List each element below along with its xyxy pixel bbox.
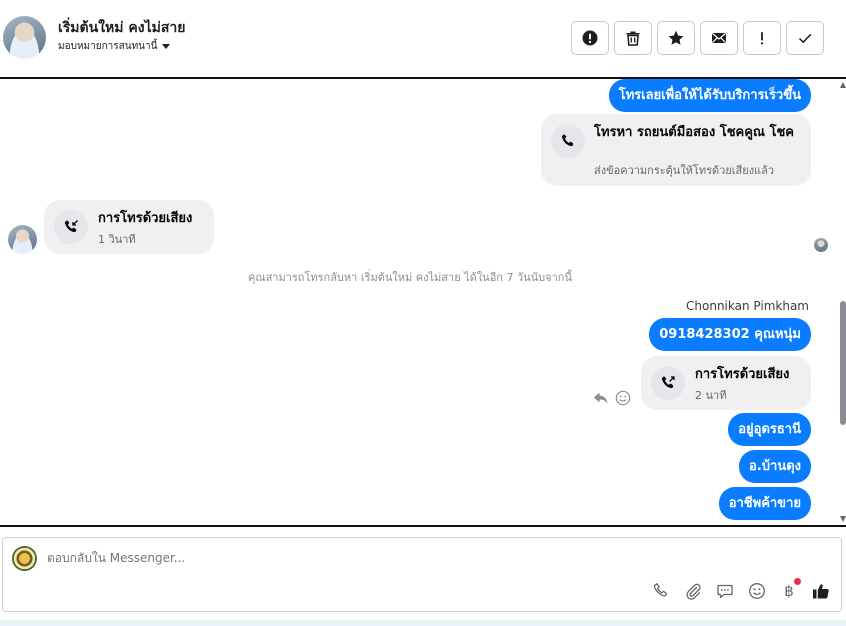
- outgoing-call-card[interactable]: การโทรด้วยเสียง 2 นาที: [641, 356, 811, 410]
- outgoing-call-icon: [661, 376, 675, 389]
- incoming-call-icon: [64, 220, 78, 233]
- seen-indicator-avatar: [814, 238, 828, 252]
- payment-button[interactable]: ฿: [779, 578, 801, 601]
- scroll-up-arrow-icon[interactable]: [840, 82, 846, 88]
- caret-down-icon: [162, 44, 171, 49]
- notification-dot: [794, 578, 801, 585]
- call-icon-circle: [651, 366, 685, 400]
- call-prompt-card[interactable]: โทรหา รถยนต์มือสอง โชคคูณ โชค ส่งข้อความ…: [541, 114, 811, 186]
- mark-unread-button[interactable]: [700, 21, 738, 55]
- phone-icon: [653, 583, 668, 597]
- incoming-call-card[interactable]: การโทรด้วยเสียง 1 วินาที: [44, 200, 214, 254]
- call-prompt-title: โทรหา รถยนต์มือสอง โชคคูณ โชค: [594, 125, 795, 140]
- saved-reply-icon: [717, 584, 733, 599]
- outgoing-message: อ.บ้านดุง: [739, 450, 811, 483]
- callback-notice: คุณสามารถโทรกลับหา เริ่มต้นใหม่ คงไม่สาย…: [248, 271, 572, 284]
- saved-replies-button[interactable]: [715, 581, 735, 601]
- incoming-call-duration: 1 วินาที: [98, 233, 136, 246]
- contact-avatar[interactable]: [3, 16, 46, 59]
- follow-up-button[interactable]: [743, 21, 781, 55]
- page-avatar: [12, 546, 37, 571]
- paperclip-icon: [686, 583, 701, 600]
- contact-name[interactable]: เริ่มต้นใหม่ คงไม่สาย: [58, 17, 185, 39]
- mail-icon: [712, 33, 726, 43]
- react-emoji-icon[interactable]: [615, 390, 631, 406]
- reply-input[interactable]: [47, 551, 807, 565]
- composer-divider: [0, 525, 846, 527]
- reply-icon[interactable]: [593, 390, 609, 406]
- attach-button[interactable]: [683, 581, 703, 601]
- call-prompt-subtitle: ส่งข้อความกระตุ้นให้โทรด้วยเสียงแล้ว: [594, 164, 775, 177]
- contact-avatar-small: [8, 225, 37, 254]
- assign-conversation-dropdown[interactable]: มอบหมายการสนทนานี้: [58, 39, 171, 54]
- header-actions: [571, 21, 824, 55]
- call-icon-circle: [551, 124, 585, 158]
- bottom-strip: [0, 620, 846, 626]
- conversation-header: เริ่มต้นใหม่ คงไม่สาย มอบหมายการสนทนานี้: [0, 0, 846, 79]
- composer-tools: ฿: [651, 578, 831, 601]
- assign-conversation-label: มอบหมายการสนทนานี้: [58, 41, 158, 52]
- call-button[interactable]: [651, 581, 671, 601]
- call-icon-circle: [54, 210, 88, 244]
- chat-scrollbar[interactable]: [840, 79, 846, 525]
- message-actions: [593, 390, 631, 406]
- incoming-call-title: การโทรด้วยเสียง: [98, 211, 193, 226]
- alert-circle-icon: [582, 30, 598, 46]
- trash-icon: [626, 31, 640, 46]
- scrollbar-thumb[interactable]: [840, 301, 846, 425]
- reply-composer: ฿: [2, 537, 842, 612]
- outgoing-message: โทรเลยเพื่อให้ได้รับบริการเร็วขึ้น: [608, 79, 811, 112]
- outgoing-call-title: การโทรด้วยเสียง: [695, 367, 790, 382]
- like-icon: [813, 584, 829, 599]
- emoji-button[interactable]: [747, 581, 767, 601]
- phone-icon: [561, 134, 574, 147]
- sender-name: Chonnikan Pimkham: [686, 299, 809, 313]
- emoji-icon: [749, 583, 765, 599]
- like-button[interactable]: [811, 581, 831, 601]
- check-icon: [798, 33, 812, 44]
- star-button[interactable]: [657, 21, 695, 55]
- outgoing-message: 0918428302 คุณหนุ่ม: [649, 318, 811, 351]
- outgoing-message: อยู่อุดรธานี: [728, 413, 811, 446]
- outgoing-message: อาชีพค้าขาย: [718, 487, 811, 520]
- mark-spam-button[interactable]: [571, 21, 609, 55]
- exclamation-icon: [760, 32, 764, 45]
- outgoing-call-duration: 2 นาที: [695, 389, 727, 402]
- scroll-down-arrow-icon[interactable]: [840, 516, 846, 522]
- mark-done-button[interactable]: [786, 21, 824, 55]
- delete-button[interactable]: [614, 21, 652, 55]
- baht-payment-icon: ฿: [784, 582, 794, 600]
- star-icon: [668, 30, 684, 45]
- message-thread[interactable]: โทรเลยเพื่อให้ได้รับบริการเร็วขึ้น โทรหา…: [0, 79, 846, 525]
